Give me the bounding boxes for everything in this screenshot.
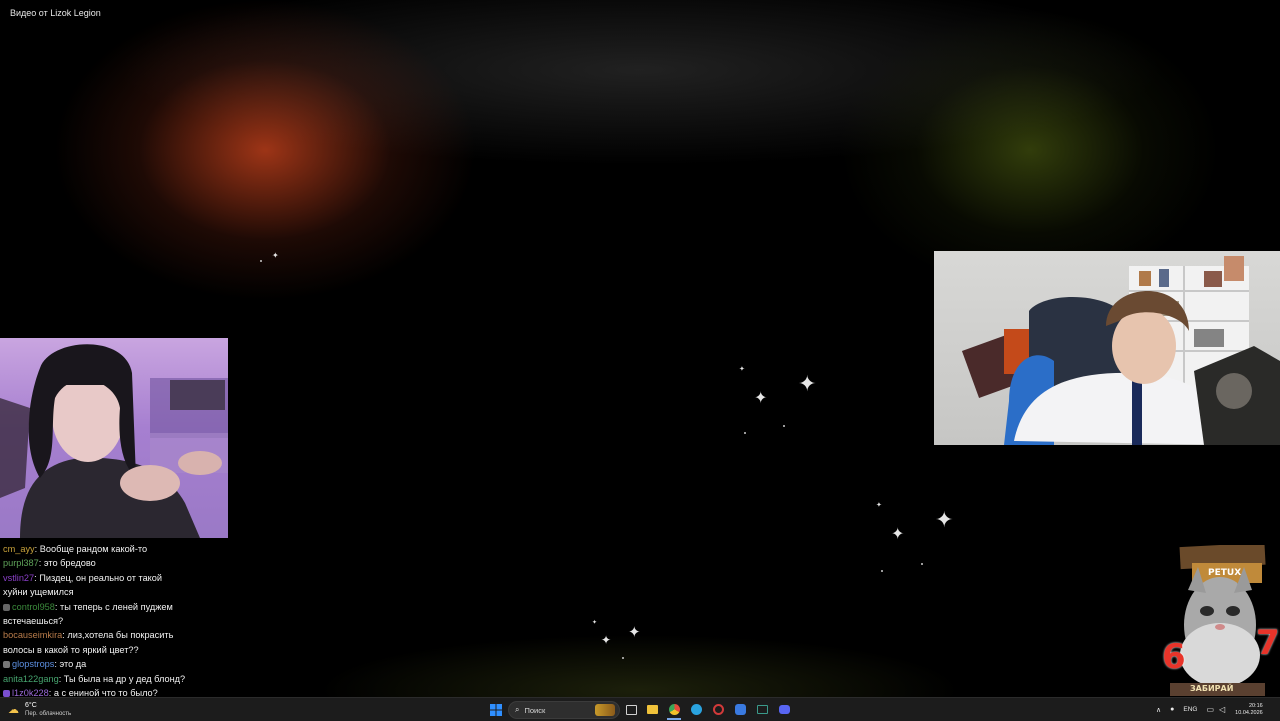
chat-username[interactable]: anita122gang (3, 674, 59, 684)
clock[interactable]: 20:16 10.04.2026 (1235, 703, 1263, 717)
task-view-icon (625, 704, 637, 715)
streamer-webcam-right (934, 251, 1280, 445)
weather-icon: ☁ (8, 704, 19, 716)
sticker-bottom-text: ЗАБИРАЙ (1190, 684, 1234, 693)
windows-taskbar: ☁ 6°C Пер. облачность ⌕ Поиск ∧ ● ENG ▭ … (0, 697, 1280, 721)
sparkle-icon: ✦ (628, 623, 641, 641)
chat-badge-icon (3, 661, 10, 669)
clock-date: 10.04.2026 (1235, 709, 1263, 716)
sparkle-dot (622, 657, 624, 659)
app-button-red[interactable] (711, 701, 725, 718)
system-tray: ∧ ● ENG ▭ ◁ 20:16 10.04.2026 (1156, 698, 1263, 721)
chat-badge-icon (3, 603, 10, 611)
chevron-up-icon[interactable]: ∧ (1156, 706, 1161, 714)
sparkle-dot (881, 570, 883, 572)
sparkle-icon: ✦ (935, 508, 954, 533)
app-red-icon (712, 704, 724, 715)
app-button-gray[interactable] (755, 701, 769, 718)
language-indicator[interactable]: ENG (1183, 706, 1197, 713)
sparkle-icon: ✦ (739, 365, 745, 373)
telegram-button[interactable] (689, 701, 703, 718)
sparkle-icon: ✦ (798, 372, 817, 397)
sparkle-icon: ✦ (754, 388, 768, 407)
search-placeholder: Поиск (524, 705, 546, 715)
chat-message: vstlin27: Пиздец, он реально от такой (3, 571, 233, 585)
chat-username[interactable]: glopstrops (12, 659, 54, 669)
chat-message: control958: ты теперь с леней пуджем (3, 600, 233, 614)
chat-text: : Вообще рандом какой-то (34, 544, 148, 554)
stream-chat: cm_ayy: Вообще рандом какой-то purpl387: … (3, 542, 233, 700)
chat-message: purpl387: это бредово (3, 556, 233, 570)
chat-message: bocauseimkira: лиз,хотела бы покрасить (3, 628, 233, 642)
sparkle-icon: ✦ (592, 619, 598, 626)
chat-username[interactable]: cm_ayy (3, 544, 35, 554)
webcam-scene-left (0, 344, 228, 538)
weather-temp: 6°C (25, 702, 37, 709)
chat-text: : это бредово (38, 558, 96, 569)
windows-start-icon (490, 703, 502, 716)
chat-username[interactable]: vstlin27 (3, 573, 34, 583)
chat-message: волосы в какой то яркий цвет?? (3, 643, 233, 657)
clock-time: 20:16 (1248, 702, 1263, 709)
start-button[interactable] (489, 701, 503, 718)
chat-text: : Пиздец, он реально от такой (34, 572, 163, 583)
network-icon[interactable]: ▭ (1206, 705, 1214, 714)
sparkle-dot (783, 425, 785, 427)
webcam-scene-right (961, 256, 1280, 445)
chat-text: : это да (54, 659, 87, 670)
app-button-blue[interactable] (733, 701, 747, 718)
chat-username[interactable]: control958 (12, 602, 55, 612)
weather-description: Пер. облачность (25, 711, 72, 717)
sparkle-icon: ✦ (601, 633, 612, 647)
chat-message: хуйни ущемился (3, 585, 233, 599)
chat-text: волосы в какой то яркий цвет?? (3, 644, 139, 655)
chat-text: хуйни ущемился (3, 587, 74, 598)
search-icon: ⌕ (515, 705, 520, 714)
streamer-webcam-left (0, 338, 228, 538)
chat-text: : Ты была на др у дед блонд? (58, 673, 186, 684)
sparkle-dot (260, 260, 262, 262)
taskbar-search[interactable]: ⌕ Поиск (508, 701, 620, 719)
telegram-icon (690, 704, 702, 715)
sticker-label: PETUX (1208, 568, 1242, 578)
chat-message: cm_ayy: Вообще рандом какой-то (3, 542, 233, 556)
sticker-number-left: 6 (1162, 637, 1186, 677)
chrome-button[interactable] (667, 701, 681, 720)
chat-message: встечаешься? (3, 614, 233, 628)
chat-badge-icon (3, 690, 10, 698)
chat-text: : лиз,хотела бы покрасить (62, 630, 174, 641)
weather-widget[interactable]: ☁ 6°C Пер. облачность (8, 700, 98, 719)
sparkle-icon: ✦ (272, 251, 279, 260)
chat-message: anita122gang: Ты была на др у дед блонд? (3, 672, 233, 686)
search-highlight-icon (595, 704, 615, 716)
folder-icon (646, 705, 658, 714)
app-blue-icon (734, 704, 746, 715)
task-view-button[interactable] (625, 701, 637, 718)
discord-icon (778, 705, 790, 714)
chrome-icon (668, 704, 680, 715)
chat-username[interactable]: purpl387 (3, 558, 39, 568)
sticker-number-right: 7 (1256, 623, 1280, 663)
chat-username[interactable]: bocauseimkira (3, 630, 62, 640)
app-gray-icon (756, 705, 768, 714)
video-title: Видео от Lizok Legion (10, 8, 101, 18)
discord-button[interactable] (777, 701, 791, 718)
chat-message: glopstrops: это да (3, 657, 233, 671)
sparkle-dot (744, 432, 746, 434)
sparkle-dot (921, 563, 923, 565)
sparkle-icon: ✦ (891, 524, 905, 543)
chat-text: : ты теперь с леней пуджем (54, 601, 173, 612)
volume-icon[interactable]: ◁ (1219, 705, 1225, 714)
cat-sticker: PETUX 6 7 ЗАБИРАЙ (1150, 542, 1280, 697)
chat-text: встечаешься? (3, 616, 64, 627)
file-explorer-button[interactable] (645, 701, 659, 718)
microphone-icon[interactable]: ● (1170, 706, 1174, 713)
sparkle-icon: ✦ (876, 501, 882, 509)
